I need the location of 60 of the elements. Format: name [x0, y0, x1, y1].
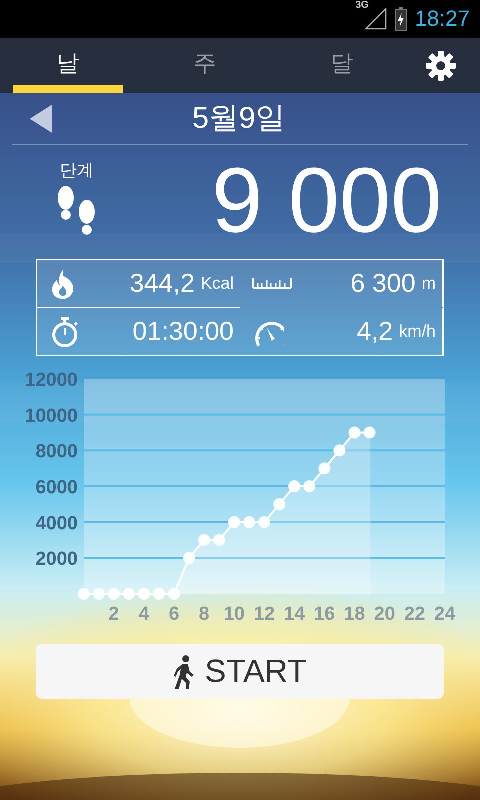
data-point — [213, 534, 226, 546]
x-tick-label: 22 — [404, 604, 426, 625]
data-point — [304, 480, 316, 492]
x-tick-label: 24 — [434, 604, 456, 625]
steps-label: 단계 — [60, 160, 94, 182]
data-point — [228, 516, 240, 528]
stat-value: 344,2 — [130, 268, 195, 299]
data-point — [274, 498, 286, 510]
walking-person-icon — [173, 654, 196, 688]
signal-icon — [364, 8, 387, 30]
ruler-icon — [252, 277, 292, 290]
data-point — [93, 588, 106, 600]
stat-value: 01:30:00 — [132, 316, 234, 347]
tab[interactable]: 달 — [287, 38, 397, 93]
data-point — [168, 588, 180, 600]
battery-icon — [394, 7, 407, 31]
date-title: 5월9일 — [191, 101, 287, 137]
x-tick-label: 16 — [314, 604, 336, 625]
clock-time: 18:27 — [414, 6, 470, 32]
y-tick-label: 6000 — [36, 478, 78, 498]
data-point — [138, 588, 150, 600]
stat-unit: Kcal — [200, 274, 234, 294]
back-button[interactable] — [30, 104, 52, 132]
x-tick-label: 6 — [168, 604, 180, 625]
start-button[interactable]: START — [36, 644, 444, 699]
x-tick-label: 14 — [284, 604, 306, 625]
stat-value: 6 300 — [350, 268, 416, 299]
y-tick-label: 8000 — [36, 442, 78, 463]
settings-icon — [425, 50, 457, 82]
y-tick-label: 12000 — [25, 370, 78, 391]
stat-unit: m — [422, 274, 436, 294]
x-tick-label: 20 — [374, 604, 396, 625]
step-count: 9 000 — [212, 151, 442, 251]
stat-value: 4,2 — [357, 316, 394, 347]
data-point — [364, 426, 376, 439]
data-point — [348, 426, 361, 439]
data-point — [334, 444, 346, 457]
data-point — [288, 480, 301, 492]
x-tick-label: 12 — [254, 604, 276, 625]
x-tick-label: 18 — [344, 604, 366, 625]
y-tick-label: 10000 — [25, 406, 78, 427]
data-point — [318, 462, 331, 475]
data-point — [243, 516, 256, 528]
data-point — [258, 516, 270, 528]
x-tick-label: 4 — [138, 604, 150, 625]
data-point — [198, 534, 210, 546]
network-type: 3G — [356, 0, 369, 11]
x-tick-label: 2 — [108, 604, 120, 625]
tab[interactable]: 주 — [150, 38, 260, 93]
data-point — [108, 588, 120, 600]
data-point — [153, 588, 166, 600]
y-tick-label: 4000 — [36, 513, 78, 534]
x-tick-label: 8 — [199, 604, 210, 625]
back-icon — [30, 104, 52, 132]
data-point — [123, 588, 136, 600]
data-point — [183, 552, 196, 564]
stat-unit: km/h — [399, 322, 436, 342]
y-tick-label: 2000 — [36, 549, 78, 570]
data-point — [78, 588, 90, 600]
x-tick-label: 10 — [224, 604, 245, 625]
